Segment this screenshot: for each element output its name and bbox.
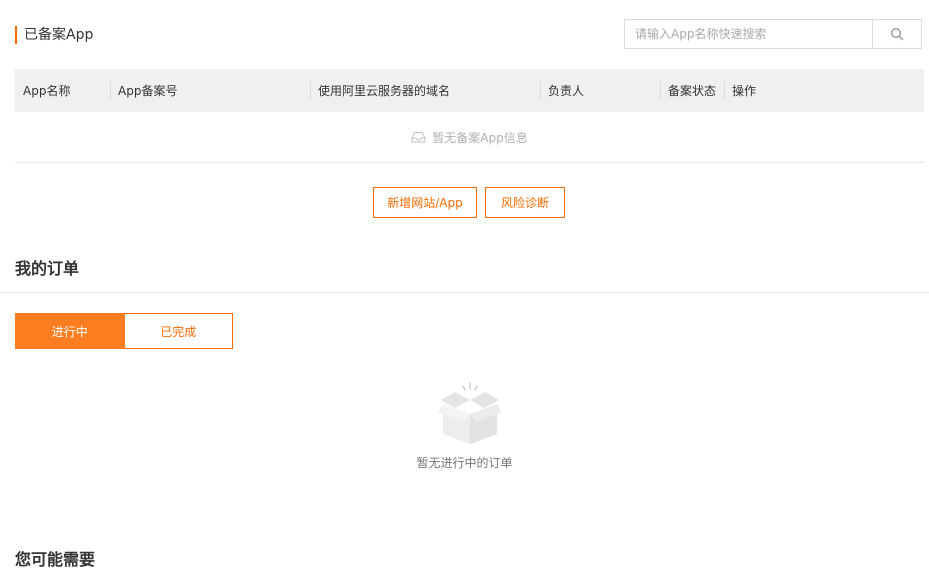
- app-search-box: [624, 19, 922, 49]
- orders-divider: [0, 292, 929, 293]
- orders-tabs: 进行中 已完成: [15, 313, 233, 349]
- tab-in-progress[interactable]: 进行中: [15, 313, 125, 349]
- app-search-input[interactable]: [625, 20, 872, 48]
- column-header-app-filing-no: App备案号: [110, 69, 310, 112]
- column-header-owner: 负责人: [540, 69, 660, 112]
- search-icon: [890, 27, 904, 41]
- apps-table-header: App名称 App备案号 使用阿里云服务器的域名 负责人 备案状态 操作: [15, 69, 924, 112]
- orders-title: 我的订单: [15, 259, 80, 278]
- column-header-status: 备案状态: [660, 69, 724, 112]
- apps-empty-row: 暂无备案App信息: [15, 112, 924, 163]
- risk-diagnosis-button[interactable]: 风险诊断: [485, 187, 565, 218]
- tab-completed[interactable]: 已完成: [124, 313, 233, 349]
- search-button[interactable]: [872, 20, 921, 48]
- column-header-domain: 使用阿里云服务器的域名: [310, 69, 540, 112]
- empty-box-icon: [437, 382, 501, 444]
- recommend-title: 您可能需要: [15, 550, 96, 569]
- apps-empty-text: 暂无备案App信息: [432, 130, 528, 145]
- filed-apps-title: 已备案App: [15, 26, 93, 44]
- add-website-app-button[interactable]: 新增网站/App: [373, 187, 477, 218]
- column-header-actions: 操作: [724, 69, 924, 112]
- orders-empty-text: 暂无进行中的订单: [416, 456, 513, 470]
- empty-box-illustration: [437, 380, 501, 448]
- empty-inbox-icon: [411, 132, 426, 143]
- column-header-app-name: App名称: [23, 84, 71, 98]
